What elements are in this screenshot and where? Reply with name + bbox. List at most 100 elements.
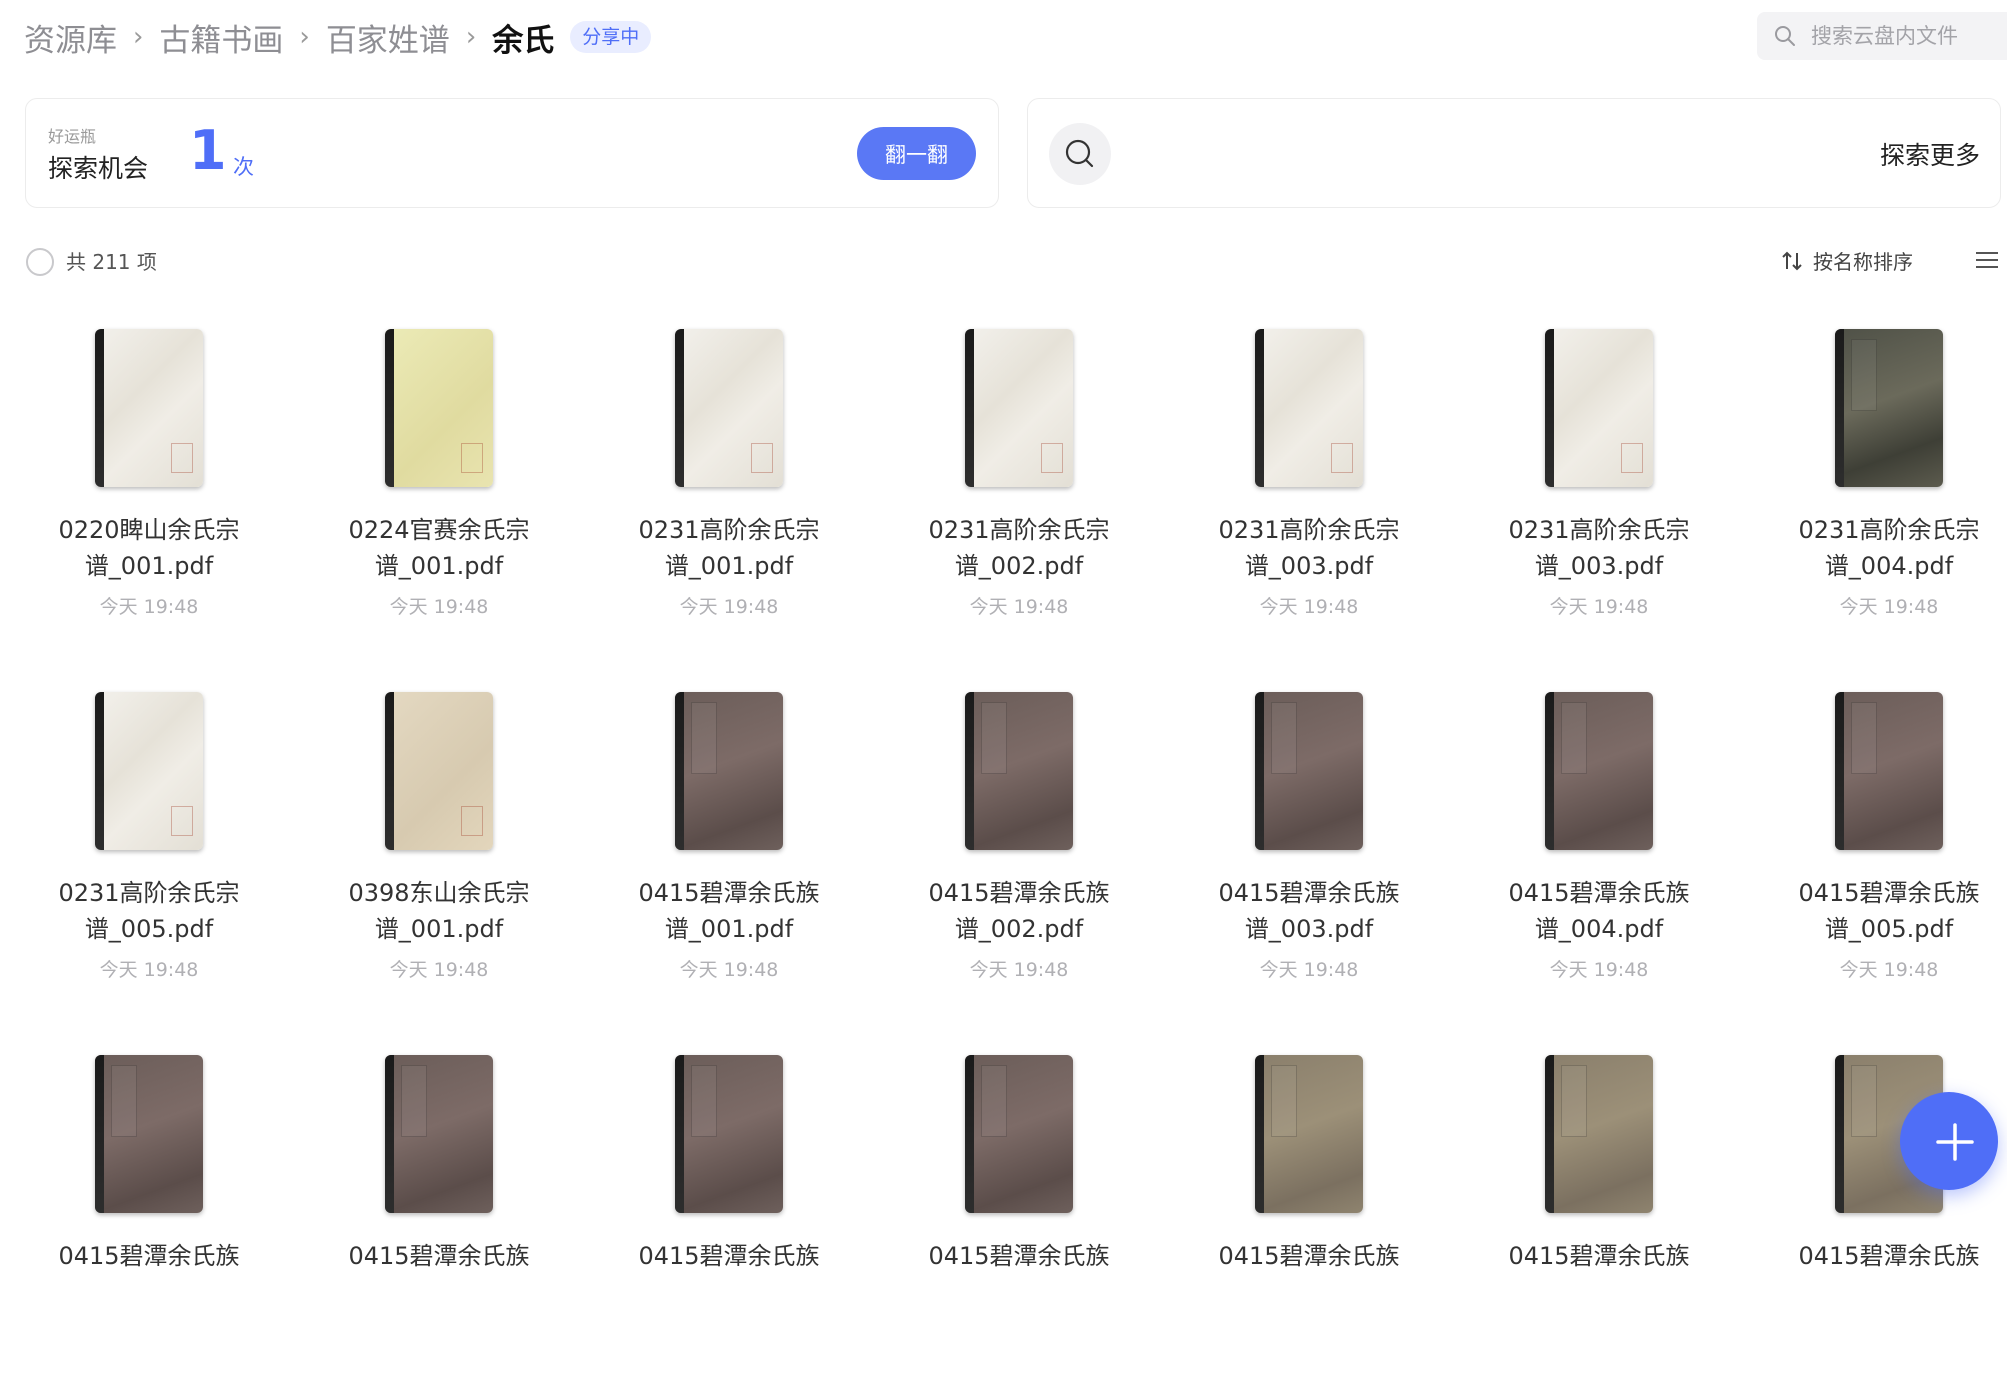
pdf-thumbnail[interactable] (385, 1055, 493, 1213)
pdf-thumbnail[interactable] (1835, 692, 1943, 850)
file-item[interactable]: 0231高阶余氏宗 谱_004.pdf 今天 19:48 (1744, 300, 2007, 663)
chevron-right-icon: › (299, 22, 310, 52)
file-name[interactable]: 0415碧潭余氏族 (1454, 1238, 1744, 1274)
file-name[interactable]: 0415碧潭余氏族 (1164, 1238, 1454, 1274)
breadcrumb-item-ancient-books[interactable]: 古籍书画 (159, 15, 283, 60)
pdf-thumbnail[interactable] (1255, 1055, 1363, 1213)
pdf-thumbnail[interactable] (675, 329, 783, 487)
pdf-thumbnail[interactable] (1255, 692, 1363, 850)
pdf-thumbnail[interactable] (1255, 329, 1363, 487)
list-menu-icon[interactable] (1975, 248, 1999, 272)
pdf-thumbnail[interactable] (1835, 329, 1943, 487)
pdf-thumbnail[interactable] (1545, 1055, 1653, 1213)
file-name[interactable]: 0415碧潭余氏族 (4, 1238, 294, 1274)
pdf-thumbnail[interactable] (1545, 692, 1653, 850)
file-name[interactable]: 0220睥山余氏宗 谱_001.pdf (4, 512, 294, 584)
file-item[interactable]: 0415碧潭余氏族 (4, 1026, 294, 1389)
file-item[interactable]: 0231高阶余氏宗 谱_001.pdf 今天 19:48 (584, 300, 874, 663)
pdf-thumbnail[interactable] (95, 329, 203, 487)
file-name[interactable]: 0415碧潭余氏族 (584, 1238, 874, 1274)
pdf-thumbnail[interactable] (95, 692, 203, 850)
book-spine (1255, 692, 1264, 850)
file-item[interactable]: 0220睥山余氏宗 谱_001.pdf 今天 19:48 (4, 300, 294, 663)
sort-by-name-button[interactable]: 按名称排序 (1781, 246, 1913, 275)
explore-card[interactable]: 探索更多 (1027, 98, 2001, 208)
file-name[interactable]: 0231高阶余氏宗 谱_003.pdf (1164, 512, 1454, 584)
file-name[interactable]: 0415碧潭余氏族 (874, 1238, 1164, 1274)
file-name[interactable]: 0231高阶余氏宗 谱_003.pdf (1454, 512, 1744, 584)
file-item[interactable]: 0224官赛余氏宗 谱_001.pdf 今天 19:48 (294, 300, 584, 663)
pdf-thumbnail[interactable] (95, 1055, 203, 1213)
file-name[interactable]: 0231高阶余氏宗 谱_005.pdf (4, 875, 294, 947)
file-name-line1: 0415碧潭余氏族 (58, 1242, 240, 1270)
pdf-thumbnail[interactable] (965, 1055, 1073, 1213)
book-spine (675, 692, 684, 850)
cover-title-strip (1561, 702, 1587, 774)
file-name[interactable]: 0398东山余氏宗 谱_001.pdf (294, 875, 584, 947)
pdf-thumbnail[interactable] (675, 1055, 783, 1213)
file-item[interactable]: 0415碧潭余氏族 谱_004.pdf 今天 19:48 (1454, 663, 1744, 1026)
file-name[interactable]: 0415碧潭余氏族 谱_001.pdf (584, 875, 874, 947)
explore-more-link[interactable]: 探索更多 (1880, 136, 1980, 172)
pdf-thumbnail[interactable] (385, 329, 493, 487)
file-name[interactable]: 0224官赛余氏宗 谱_001.pdf (294, 512, 584, 584)
file-name[interactable]: 0415碧潭余氏族 谱_003.pdf (1164, 875, 1454, 947)
file-modified-time: 今天 19:48 (679, 959, 779, 981)
file-item[interactable]: 0415碧潭余氏族 (1454, 1026, 1744, 1389)
file-item[interactable]: 0415碧潭余氏族 (1744, 1026, 2007, 1389)
file-item[interactable]: 0231高阶余氏宗 谱_005.pdf 今天 19:48 (4, 663, 294, 1026)
search-box[interactable] (1757, 12, 2007, 60)
file-name[interactable]: 0415碧潭余氏族 (294, 1238, 584, 1274)
seal-mark (461, 443, 483, 473)
cover-title-strip (691, 702, 717, 774)
file-item[interactable]: 0398东山余氏宗 谱_001.pdf 今天 19:48 (294, 663, 584, 1026)
cover-title-strip (1851, 339, 1877, 411)
file-name[interactable]: 0415碧潭余氏族 谱_004.pdf (1454, 875, 1744, 947)
file-name-line2: 谱_004.pdf (1534, 915, 1664, 943)
cover-title-strip (981, 702, 1007, 774)
file-name[interactable]: 0415碧潭余氏族 谱_005.pdf (1744, 875, 2007, 947)
book-spine (965, 1055, 974, 1213)
breadcrumb-item-surnames[interactable]: 百家姓谱 (326, 15, 450, 60)
file-item[interactable]: 0415碧潭余氏族 谱_001.pdf 今天 19:48 (584, 663, 874, 1026)
pdf-thumbnail[interactable] (675, 692, 783, 850)
book-spine (1835, 1055, 1844, 1213)
file-name-line1: 0415碧潭余氏族 (1218, 1242, 1400, 1270)
file-item[interactable]: 0415碧潭余氏族 谱_003.pdf 今天 19:48 (1164, 663, 1454, 1026)
file-item[interactable]: 0415碧潭余氏族 (874, 1026, 1164, 1389)
file-name-line1: 0415碧潭余氏族 (1508, 1242, 1690, 1270)
file-name[interactable]: 0415碧潭余氏族 谱_002.pdf (874, 875, 1164, 947)
file-item[interactable]: 0415碧潭余氏族 (294, 1026, 584, 1389)
file-name[interactable]: 0231高阶余氏宗 谱_002.pdf (874, 512, 1164, 584)
pdf-thumbnail[interactable] (1545, 329, 1653, 487)
file-item[interactable]: 0231高阶余氏宗 谱_003.pdf 今天 19:48 (1454, 300, 1744, 663)
add-button[interactable] (1900, 1092, 1998, 1190)
file-item[interactable]: 0231高阶余氏宗 谱_003.pdf 今天 19:48 (1164, 300, 1454, 663)
file-modified-time: 今天 19:48 (969, 959, 1069, 981)
search-input[interactable] (1809, 23, 2007, 49)
file-name[interactable]: 0415碧潭余氏族 (1744, 1238, 2007, 1274)
seal-mark (171, 443, 193, 473)
cover-title-strip (981, 1065, 1007, 1137)
explore-search-button[interactable] (1049, 123, 1111, 185)
file-name-line1: 0231高阶余氏宗 (928, 516, 1110, 544)
pdf-thumbnail[interactable] (385, 692, 493, 850)
pdf-thumbnail[interactable] (965, 329, 1073, 487)
file-name-line1: 0415碧潭余氏族 (928, 879, 1110, 907)
flip-button[interactable]: 翻一翻 (857, 127, 976, 180)
sharing-status-badge[interactable]: 分享中 (570, 21, 652, 53)
select-all-checkbox[interactable] (26, 248, 54, 276)
breadcrumb-item-resources[interactable]: 资源库 (24, 15, 117, 60)
file-name[interactable]: 0231高阶余氏宗 谱_001.pdf (584, 512, 874, 584)
cover-title-strip (1851, 1065, 1877, 1137)
file-item[interactable]: 0231高阶余氏宗 谱_002.pdf 今天 19:48 (874, 300, 1164, 663)
file-item[interactable]: 0415碧潭余氏族 谱_002.pdf 今天 19:48 (874, 663, 1164, 1026)
sort-arrows-icon (1782, 251, 1802, 270)
file-name-line1: 0231高阶余氏宗 (638, 516, 820, 544)
file-item[interactable]: 0415碧潭余氏族 谱_005.pdf 今天 19:48 (1744, 663, 2007, 1026)
file-item[interactable]: 0415碧潭余氏族 (584, 1026, 874, 1389)
file-name-line2: 谱_003.pdf (1244, 552, 1374, 580)
file-name[interactable]: 0231高阶余氏宗 谱_004.pdf (1744, 512, 2007, 584)
file-item[interactable]: 0415碧潭余氏族 (1164, 1026, 1454, 1389)
pdf-thumbnail[interactable] (965, 692, 1073, 850)
